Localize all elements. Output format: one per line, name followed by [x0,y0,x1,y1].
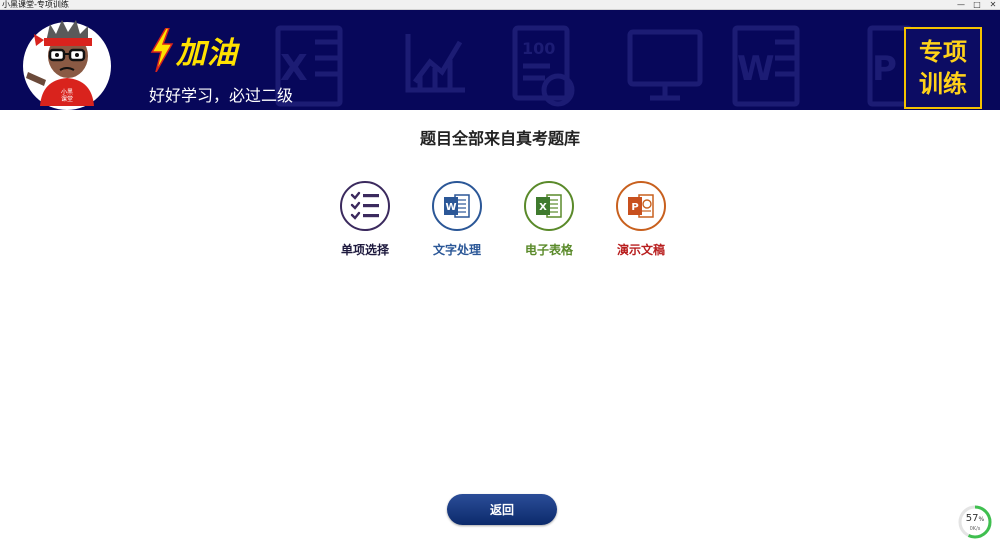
svg-text:100: 100 [522,39,555,58]
banner-background-icons: X 100 W P [275,25,913,107]
minimize-button[interactable]: — [956,0,966,9]
module-label: 单项选择 [340,243,389,257]
module-label: 演示文稿 [616,243,665,257]
slogan-main-text: 加油 [176,36,238,71]
badge-line2: 训练 [919,70,967,98]
excel-icon: X [524,181,574,231]
svg-text:P: P [872,49,897,89]
special-training-badge: 专项 训练 [904,27,982,109]
checklist-icon [340,181,390,231]
window-controls: — □ ✕ [956,0,998,9]
window-titlebar: 小黑课堂-专项训练 — □ ✕ [0,0,1000,10]
svg-text:W: W [445,202,456,213]
module-list: 单项选择 W 文字处理 X 电子表格 P 演示文稿 [0,180,1000,270]
close-button[interactable]: ✕ [988,0,998,9]
svg-text:P: P [631,202,638,213]
slogan-sub: 好好学习，必过二级 [149,86,294,105]
svg-text:课堂: 课堂 [61,95,73,103]
module-single-choice[interactable]: 单项选择 [325,180,405,258]
powerpoint-icon: P [616,181,666,231]
word-icon: W [432,181,482,231]
meter-rate: 0K/s [969,526,981,532]
mascot-avatar: 小黑 课堂 [23,20,111,110]
badge-line1: 专项 [919,38,967,66]
module-presentation[interactable]: P 演示文稿 [601,180,681,258]
lightning-icon [150,28,174,72]
meter-percent: 57% [965,513,985,524]
window-title: 小黑课堂-专项训练 [2,0,69,9]
module-word-processing[interactable]: W 文字处理 [417,180,497,258]
svg-text:X: X [539,202,547,213]
module-label: 文字处理 [432,243,481,257]
back-button[interactable]: 返回 [447,494,557,525]
page-heading: 题目全部来自真考题库 [419,129,580,148]
slogan-main: 加油 [150,28,238,72]
network-meter[interactable]: 57% 0K/s [958,505,992,539]
maximize-button[interactable]: □ [972,0,982,9]
module-label: 电子表格 [524,243,573,257]
module-spreadsheet[interactable]: X 电子表格 [509,180,589,258]
header-banner: X 100 W P 小黑 课堂 加油 好好学习，必过二级 专项 训练 [0,10,1000,110]
svg-text:W: W [737,49,775,89]
mascot-badge-text: 小黑 [61,88,73,96]
